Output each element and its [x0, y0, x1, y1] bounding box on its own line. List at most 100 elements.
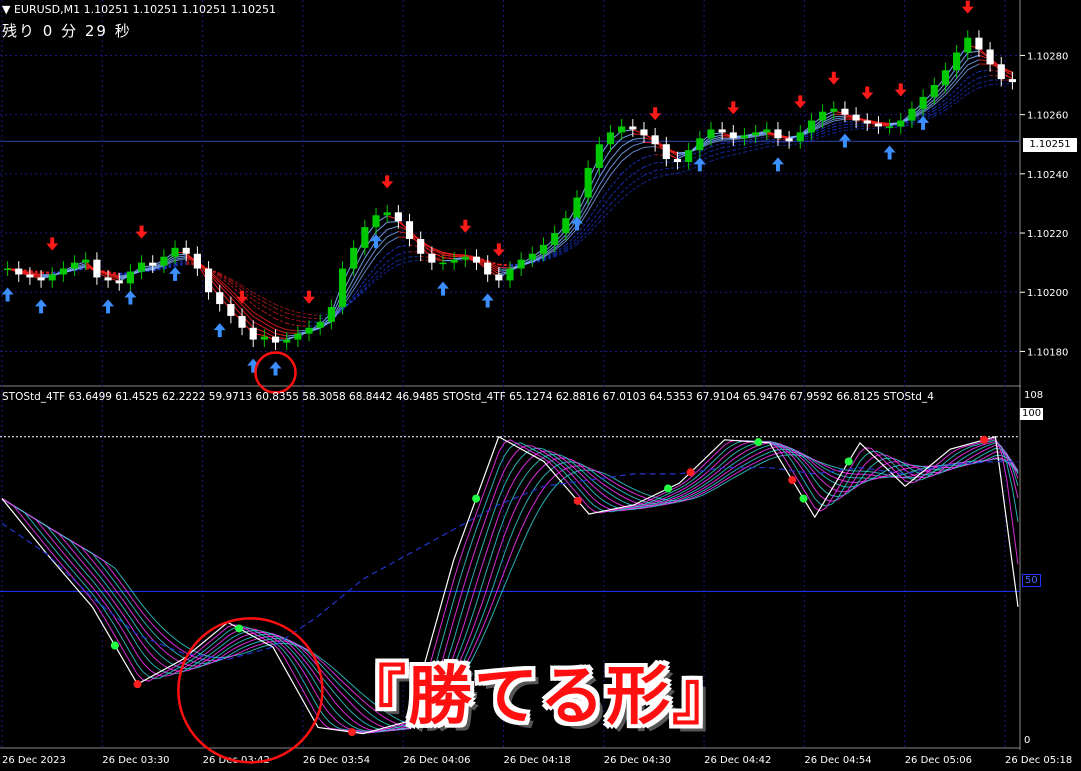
buy-arrow-icon [1, 287, 14, 302]
candle-body [718, 129, 726, 133]
candle-body [752, 132, 760, 136]
candle-body [126, 271, 134, 284]
stoch-signal-dot-green [664, 484, 673, 493]
candle-body [227, 304, 235, 316]
candle-body [528, 253, 536, 260]
price-tick-label: 1.10200 [1027, 288, 1068, 299]
candle-body [819, 111, 827, 121]
candle-body [573, 197, 581, 219]
candle-body [506, 268, 514, 281]
buy-arrow-icon [213, 323, 226, 338]
candle-body [428, 253, 436, 263]
candle-body [852, 114, 860, 121]
level-100-label: 100 [1020, 408, 1044, 420]
candle-body [986, 49, 994, 65]
buy-arrow-icon [437, 281, 450, 296]
mt4-chart-window: 1.10280 1.10260 1.10240 1.10220 1.10200 1.101… [0, 0, 1081, 771]
ribbon-ma-down [7, 63, 1013, 332]
candle-body [394, 212, 402, 222]
candle-body [48, 274, 56, 281]
candle-body [584, 167, 592, 198]
time-tick-label: 26 Dec 04:18 [504, 755, 571, 766]
sell-arrow-icon [649, 107, 662, 121]
candle-body [171, 247, 179, 257]
candle-body [651, 135, 659, 145]
sell-arrow-icon [827, 71, 840, 85]
candle-body [1008, 79, 1016, 83]
indicator-scale-bottom: 0 [1024, 735, 1031, 746]
buy-arrow-icon [838, 133, 851, 148]
price-tick-label: 1.10240 [1027, 170, 1068, 181]
candle-body [294, 333, 302, 340]
candle-body [37, 277, 45, 281]
time-tick-label: 26 Dec 03:54 [303, 755, 370, 766]
candle-body [997, 64, 1005, 80]
candle-body [405, 221, 414, 239]
candle-body [82, 259, 90, 263]
sell-arrow-icon [459, 219, 472, 233]
candle-body [953, 52, 961, 71]
candle-body [271, 336, 280, 343]
stoch-signal-dot-red [980, 435, 989, 444]
indicator-header: STOStd_4TF 63.6499 61.4525 62.2222 59.97… [2, 391, 934, 403]
buy-arrow-icon [883, 145, 896, 160]
candle-body [160, 256, 168, 266]
price-tick-label: 1.10260 [1027, 111, 1068, 122]
candle-body [204, 268, 213, 293]
stoch-signal-dot-green [110, 641, 119, 650]
candle-body [104, 277, 112, 281]
candle-body [618, 126, 626, 133]
candle-body [908, 108, 916, 121]
time-tick-label: 26 Dec 04:30 [604, 755, 671, 766]
candle-body [316, 321, 324, 328]
candle-body [673, 159, 682, 162]
buy-arrow-icon [102, 299, 115, 314]
sell-arrow-icon [46, 237, 59, 251]
stoch-signal-dot-red [788, 476, 797, 485]
time-tick-label: 26 Dec 04:54 [804, 755, 871, 766]
stoch-signal-dot-red [686, 468, 695, 477]
ribbon-ma-down [7, 50, 1013, 339]
sell-arrow-icon [961, 0, 974, 14]
candle-body [595, 144, 603, 168]
candle-body [863, 120, 871, 124]
candle-body [4, 268, 12, 271]
candle-body [70, 262, 79, 269]
sell-arrow-icon [861, 86, 874, 100]
ribbon-ma-up [41, 50, 979, 339]
candle-body [662, 144, 670, 160]
candle-body [640, 129, 648, 136]
current-price-label: 1.10251 [1023, 138, 1077, 152]
ribbon-ma-up [41, 63, 980, 332]
sell-arrow-icon [381, 175, 394, 189]
candle-body [975, 37, 983, 50]
candle-body [517, 259, 525, 269]
level-50-label: 50 [1022, 574, 1041, 587]
candle-body [461, 256, 469, 260]
candle-body [59, 268, 67, 275]
candle-body [417, 238, 425, 254]
candle-body [372, 215, 380, 228]
candle-body [774, 129, 782, 139]
candle-body [260, 336, 268, 340]
candle-body [830, 108, 838, 112]
candle-body [606, 132, 615, 145]
ribbon-ma-down [7, 44, 1013, 341]
candle-body [149, 262, 157, 266]
candle-body [484, 262, 492, 275]
time-tick-label: 26 Dec 04:06 [403, 755, 470, 766]
candle-body [450, 259, 458, 263]
stoch-signal-dot-green [472, 494, 481, 503]
candle-body [216, 292, 224, 305]
candle-body [696, 138, 704, 151]
ribbon-ma-down [7, 259, 511, 316]
buy-arrow-icon [771, 157, 784, 172]
caption-winning-shape: 『勝てる形』 [342, 660, 738, 734]
sell-arrow-icon [135, 225, 148, 239]
candle-body [361, 227, 369, 248]
candle-body [874, 123, 883, 127]
ribbon-ma-up [52, 74, 991, 323]
candle-body [763, 129, 771, 133]
price-tick-label: 1.10220 [1027, 229, 1068, 240]
stoch-signal-dot-red [573, 496, 582, 505]
